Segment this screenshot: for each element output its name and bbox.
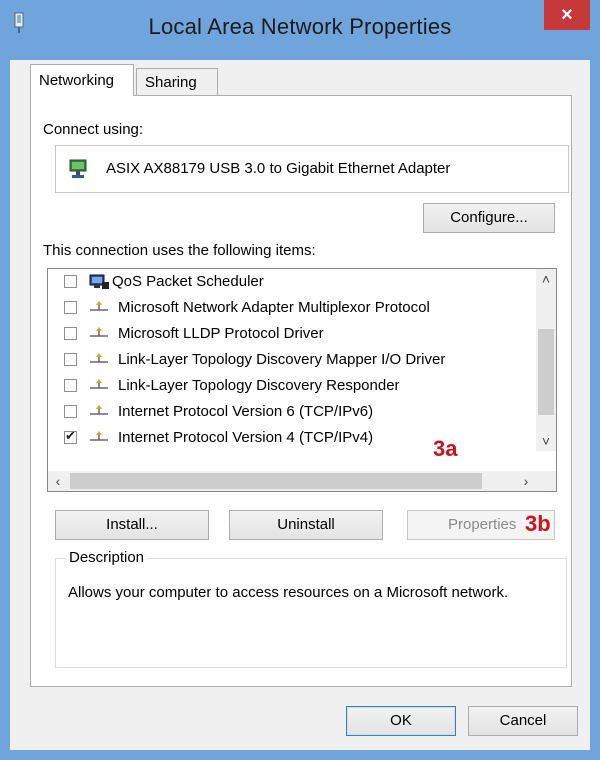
qos-scheduler-icon	[89, 274, 109, 289]
properties-dialog: Local Area Network Properties × Networki…	[0, 0, 600, 760]
description-group: Description Allows your computer to acce…	[55, 549, 567, 668]
item-label: Link-Layer Topology Discovery Mapper I/O…	[118, 351, 446, 368]
callout-3b: 3b	[525, 511, 551, 536]
list-item[interactable]: Link-Layer Topology Discovery Responder	[48, 373, 536, 399]
item-checkbox[interactable]	[64, 327, 77, 340]
close-button[interactable]: ×	[544, 0, 590, 30]
connect-using-label: Connect using:	[43, 121, 144, 138]
adapter-name: ASIX AX88179 USB 3.0 to Gigabit Ethernet…	[106, 160, 451, 177]
protocol-icon	[90, 353, 108, 363]
item-label: Internet Protocol Version 6 (TCP/IPv6)	[118, 403, 374, 420]
item-checkbox[interactable]	[64, 275, 77, 288]
horizontal-scrollbar[interactable]: ‹ ›	[48, 471, 536, 491]
item-label: Internet Protocol Version 4 (TCP/IPv4)	[118, 429, 374, 446]
list-item[interactable]: Microsoft LLDP Protocol Driver	[48, 321, 536, 347]
tab-networking[interactable]: Networking	[30, 64, 134, 96]
item-label: Microsoft Network Adapter Multiplexor Pr…	[118, 299, 430, 316]
scroll-left-icon[interactable]: ‹	[48, 471, 68, 491]
close-icon: ×	[561, 4, 573, 26]
adapter-display: ASIX AX88179 USB 3.0 to Gigabit Ethernet…	[55, 145, 569, 193]
list-item[interactable]: Microsoft Network Adapter Multiplexor Pr…	[48, 295, 536, 321]
item-checkbox[interactable]	[64, 353, 77, 366]
list-item[interactable]: Internet Protocol Version 4 (TCP/IPv4)	[48, 425, 536, 451]
protocol-icon	[90, 301, 108, 311]
description-text: Allows your computer to access resources…	[68, 584, 509, 601]
protocol-icon	[90, 405, 108, 415]
items-label: This connection uses the following items…	[43, 242, 316, 259]
networking-panel: Connect using: ASIX AX88179 USB 3.0 to G…	[30, 95, 572, 687]
scroll-up-icon[interactable]: ˄	[536, 269, 556, 289]
item-label: QoS Packet Scheduler	[112, 273, 264, 290]
protocol-icon	[90, 379, 108, 389]
callout-3a: 3a	[433, 436, 458, 461]
configure-button[interactable]: Configure...	[423, 203, 555, 233]
scroll-corner	[536, 471, 556, 491]
title-bar[interactable]: Local Area Network Properties ×	[0, 0, 600, 60]
items-list[interactable]: QoS Packet Scheduler Microsoft Network A…	[47, 268, 557, 492]
vertical-scroll-thumb[interactable]	[538, 329, 554, 415]
scroll-right-icon[interactable]: ›	[516, 471, 536, 491]
install-button[interactable]: Install...	[55, 510, 209, 540]
network-adapter-icon	[69, 159, 87, 178]
description-legend: Description	[66, 549, 148, 566]
cancel-button[interactable]: Cancel	[468, 706, 578, 736]
list-item[interactable]: Link-Layer Topology Discovery Mapper I/O…	[48, 347, 536, 373]
ok-button[interactable]: OK	[346, 706, 456, 736]
item-label: Microsoft LLDP Protocol Driver	[118, 325, 324, 342]
item-checkbox[interactable]	[64, 379, 77, 392]
horizontal-scroll-thumb[interactable]	[70, 473, 482, 489]
list-item[interactable]: Internet Protocol Version 6 (TCP/IPv6)	[48, 399, 536, 425]
item-checkbox[interactable]	[64, 405, 77, 418]
item-label: Link-Layer Topology Discovery Responder	[118, 377, 400, 394]
item-checkbox[interactable]	[64, 301, 77, 314]
vertical-scrollbar[interactable]: ˄ ˅	[536, 269, 556, 451]
uninstall-button[interactable]: Uninstall	[229, 510, 383, 540]
tab-sharing[interactable]: Sharing	[136, 68, 218, 96]
protocol-icon	[90, 431, 108, 441]
scroll-down-icon[interactable]: ˅	[536, 431, 556, 451]
list-item[interactable]: QoS Packet Scheduler	[48, 269, 536, 295]
dialog-client: Networking Sharing Connect using: ASIX A…	[10, 60, 590, 750]
protocol-icon	[90, 327, 108, 337]
window-title: Local Area Network Properties	[148, 14, 452, 39]
item-checkbox-checked[interactable]	[64, 428, 77, 444]
